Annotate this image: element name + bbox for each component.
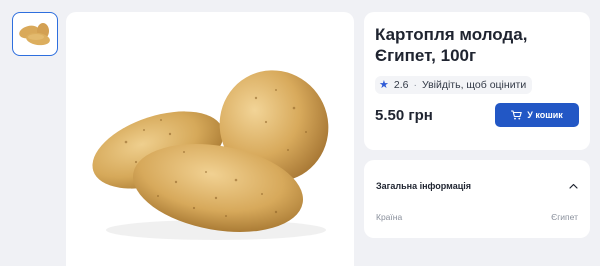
product-image [66,12,354,266]
price-row: 5.50 грн У кошик [375,103,579,127]
thumbnail-image [19,23,50,46]
general-info-title: Загальна інформація [376,181,471,191]
info-row-value: Єгипет [551,212,578,222]
thumbnail-list [12,12,58,56]
star-icon: ★ [379,78,389,91]
chevron-up-icon [568,181,578,191]
product-title: Картопля молода, Єгипет, 100г [375,25,528,65]
info-row-label: Країна [376,212,403,222]
rating-separator: · [413,79,417,91]
add-to-cart-button[interactable]: У кошик [495,103,579,127]
general-info-header[interactable]: Загальна інформація [376,160,578,212]
product-price: 5.50 грн [375,106,433,124]
rating-login-prompt: Увійдіть, щоб оцінити [421,79,527,91]
general-info-card: Загальна інформація Країна Єгипет [364,160,590,238]
thumbnail-potatoes[interactable] [12,12,58,56]
add-to-cart-label: У кошик [527,110,563,120]
rating-value: 2.6 [393,79,409,91]
potatoes-image [92,70,329,240]
product-info-card: Картопля молода, Єгипет, 100г ★ 2.6 · Ув… [364,12,590,150]
info-row-country: Країна Єгипет [376,212,578,222]
cart-icon [511,110,522,120]
rating-chip[interactable]: ★ 2.6 · Увійдіть, щоб оцінити [375,76,533,94]
